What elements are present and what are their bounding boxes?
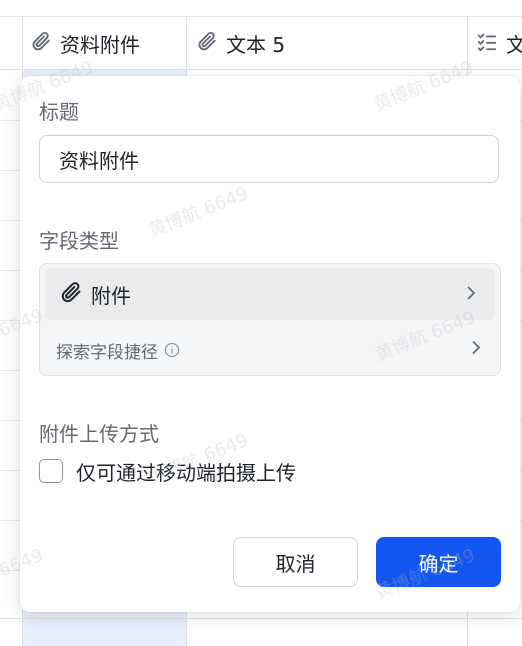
column-header-label: 资料附件 xyxy=(60,32,140,57)
checklist-icon xyxy=(476,30,498,57)
chevron-right-icon xyxy=(468,340,484,361)
field-type-value: 附件 xyxy=(91,283,131,308)
explore-shortcut-row[interactable]: 探索字段捷径 xyxy=(40,324,500,376)
column-header-label: 文本 5 xyxy=(226,32,286,57)
field-settings-panel: 标题 资料附件 字段类型 附件 探索字段捷径 附件上传方式 仅可通过移动端拍摄上… xyxy=(20,76,520,612)
column-header-checklist[interactable]: 文 xyxy=(476,17,522,69)
paperclip-icon xyxy=(30,30,52,57)
field-type-select[interactable]: 附件 xyxy=(45,268,495,320)
explore-shortcut-label: 探索字段捷径 xyxy=(56,342,158,363)
title-input[interactable]: 资料附件 xyxy=(39,135,499,183)
title-input-value: 资料附件 xyxy=(59,148,139,173)
field-type-box: 附件 探索字段捷径 xyxy=(39,263,501,376)
cancel-button[interactable]: 取消 xyxy=(233,537,358,587)
mobile-only-label[interactable]: 仅可通过移动端拍摄上传 xyxy=(76,457,296,486)
mobile-only-checkbox[interactable] xyxy=(39,459,63,483)
info-icon[interactable] xyxy=(164,342,180,358)
column-header-attachments[interactable]: 资料附件 xyxy=(30,17,180,69)
column-header-label: 文 xyxy=(506,32,522,57)
table-header-row: 资料附件 文本 5 文 xyxy=(0,17,522,70)
field-type-label: 字段类型 xyxy=(39,229,119,253)
upload-method-label: 附件上传方式 xyxy=(39,422,159,446)
column-header-text5[interactable]: 文本 5 xyxy=(196,17,464,69)
confirm-button[interactable]: 确定 xyxy=(376,537,501,587)
title-label: 标题 xyxy=(39,100,79,124)
chevron-right-icon xyxy=(463,282,479,306)
paperclip-icon xyxy=(196,30,218,57)
paperclip-icon xyxy=(59,280,83,309)
